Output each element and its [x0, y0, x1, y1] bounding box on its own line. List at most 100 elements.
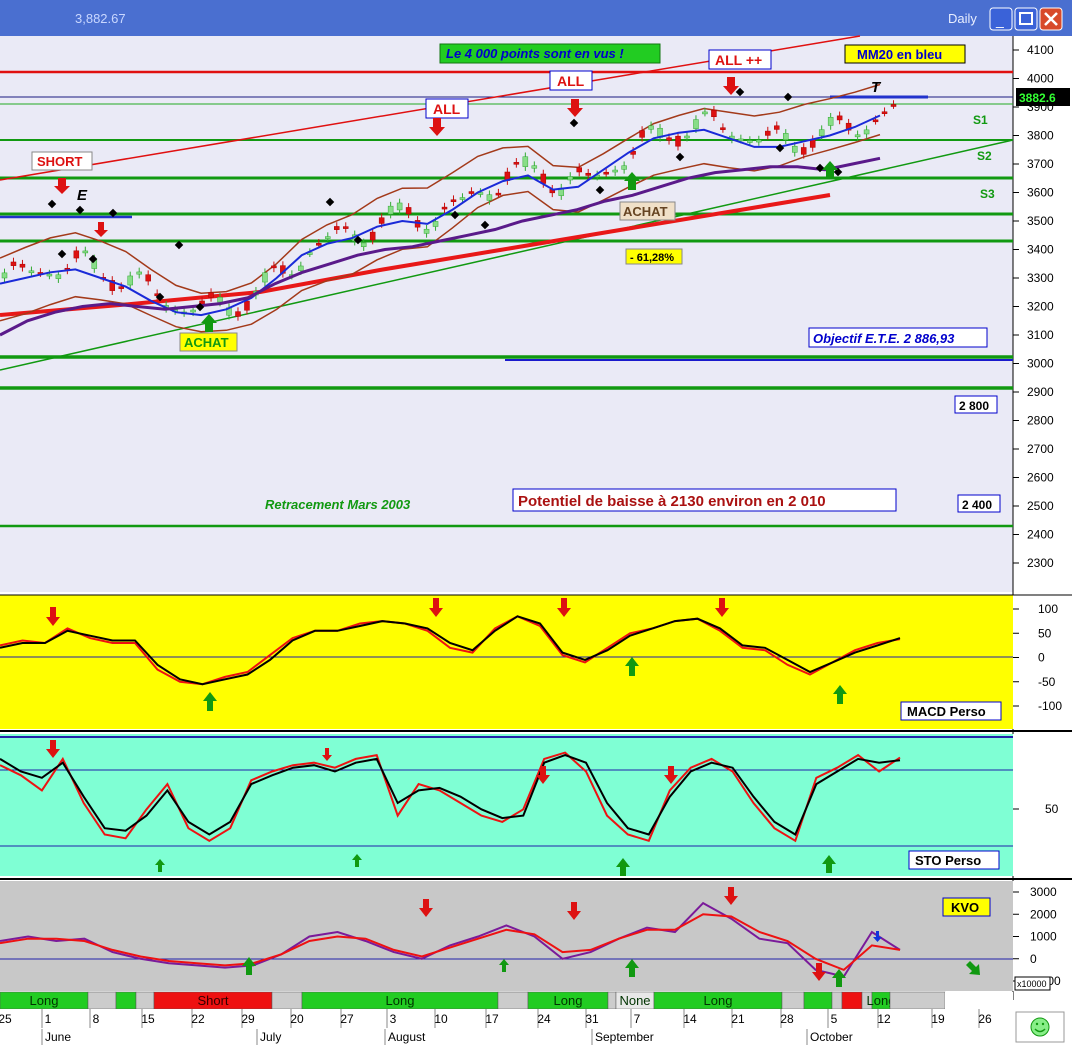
svg-text:SHORT: SHORT — [37, 154, 83, 169]
macd-tick-label: -50 — [1038, 675, 1056, 689]
candle-body — [136, 271, 142, 275]
x-day-label: 14 — [683, 1012, 697, 1026]
signal-segment — [889, 991, 946, 1010]
price-tick-label: 3500 — [1027, 214, 1054, 228]
all-annotation-2: ALL — [425, 98, 469, 119]
candle-body — [325, 236, 331, 239]
svg-text:ACHAT: ACHAT — [623, 204, 668, 219]
candle-body — [567, 176, 573, 181]
candle-body — [872, 119, 879, 123]
candle-body — [747, 140, 753, 143]
svg-text:MM20 en bleu: MM20 en bleu — [857, 47, 942, 62]
x-month-label: July — [260, 1030, 281, 1044]
macd-tick-label: 100 — [1038, 602, 1058, 616]
candle-body — [693, 119, 699, 129]
candle-body — [791, 145, 798, 153]
x-day-label: 19 — [931, 1012, 945, 1026]
svg-text:MACD Perso: MACD Perso — [907, 704, 986, 719]
candle-body — [432, 221, 439, 227]
signal-segment — [115, 991, 137, 1010]
x-month-label: October — [810, 1030, 853, 1044]
kvo-tick-label: 1000 — [1030, 930, 1057, 944]
candle-body — [522, 156, 529, 167]
sto-label: STO Perso — [908, 850, 1000, 870]
x-day-label: 21 — [731, 1012, 745, 1026]
x-day-label: 22 — [191, 1012, 205, 1026]
x-day-label: 5 — [831, 1012, 838, 1026]
price-tick-label: 4100 — [1027, 43, 1054, 57]
candle-body — [82, 250, 89, 254]
candle-body — [881, 111, 888, 114]
svg-text:2 800: 2 800 — [959, 399, 989, 413]
kvo-multiplier: x10000 — [1014, 976, 1051, 991]
candle-body — [720, 127, 726, 130]
all-plus-annotation: ALL ++ — [708, 49, 772, 70]
x-day-label: 20 — [290, 1012, 304, 1026]
maximize-button[interactable] — [1014, 7, 1038, 31]
candle-body — [486, 194, 493, 201]
candle-body — [298, 265, 304, 271]
candle-body — [271, 265, 277, 269]
candle-body — [711, 109, 717, 118]
chart-window: 3,882.67 Daily _ 4100 4000 3900 3800 3700 360… — [0, 0, 1072, 1049]
signal-bar: Long Short Long Long None Long Long — [0, 991, 1013, 1010]
candle-body — [513, 162, 520, 165]
price-tick-label: 3200 — [1027, 300, 1054, 314]
price-tick-label: 3300 — [1027, 271, 1054, 285]
s2-label: S2 — [977, 149, 992, 163]
x-day-label: 24 — [537, 1012, 551, 1026]
e-letter: E — [77, 187, 88, 204]
candle-body — [378, 217, 385, 224]
candle-body — [342, 226, 349, 229]
candle-body — [468, 191, 475, 194]
candle-body — [360, 242, 367, 247]
s1-label: S1 — [973, 113, 988, 127]
candle-body — [145, 274, 151, 282]
candle-body — [244, 300, 250, 311]
signal-label: Long — [386, 993, 415, 1008]
smiley-icon — [1030, 1017, 1050, 1037]
s3-label: S3 — [980, 187, 995, 201]
kvo-panel — [0, 881, 1013, 991]
close-button[interactable] — [1039, 7, 1063, 31]
price-tick-label: 2300 — [1027, 556, 1054, 570]
candle-body — [316, 243, 322, 246]
candle-body — [262, 272, 268, 283]
candle-body — [369, 231, 376, 241]
candle-body — [585, 172, 591, 176]
x-month-label: August — [388, 1030, 426, 1044]
signal-label: Long — [704, 993, 733, 1008]
svg-text:ALL: ALL — [433, 101, 461, 117]
candle-body — [675, 135, 681, 147]
candle-body — [441, 206, 448, 210]
svg-text:x10000: x10000 — [1017, 979, 1047, 989]
price-tick-label: 3400 — [1027, 243, 1054, 257]
candle-body — [827, 116, 834, 126]
smiley-button[interactable] — [1015, 1011, 1065, 1043]
svg-text:Le 4 000 points sont en vus !: Le 4 000 points sont en vus ! — [446, 46, 624, 61]
candle-body — [863, 129, 870, 135]
signal-segment — [87, 991, 117, 1010]
signal-label: Long — [30, 993, 59, 1008]
achat-annotation-2: ACHAT — [619, 201, 676, 221]
macd-label: MACD Perso — [900, 701, 1002, 721]
candle-body — [603, 171, 609, 175]
candle-body — [576, 167, 582, 173]
title-value: 3,882.67 — [75, 11, 126, 26]
candle-body — [334, 226, 340, 230]
candle-body — [10, 261, 17, 266]
svg-text:Potentiel de baisse à 2130 env: Potentiel de baisse à 2130 environ en 2 … — [518, 493, 826, 510]
candle-body — [621, 165, 627, 170]
fib-annotation: - 61,28% — [625, 248, 683, 265]
candle-body — [612, 169, 618, 173]
svg-text:ALL: ALL — [557, 73, 585, 89]
minimize-button[interactable]: _ — [989, 7, 1013, 31]
title-bar — [0, 0, 1072, 36]
svg-text:KVO: KVO — [951, 900, 979, 915]
objectif-annotation: Objectif E.T.E. 2 886,93 — [808, 327, 988, 348]
candle-body — [235, 311, 241, 317]
candle-body — [405, 207, 412, 215]
candle-body — [666, 137, 672, 141]
retracement-annotation: Retracement Mars 2003 — [265, 497, 411, 512]
macd-tick-label: 50 — [1038, 626, 1052, 640]
